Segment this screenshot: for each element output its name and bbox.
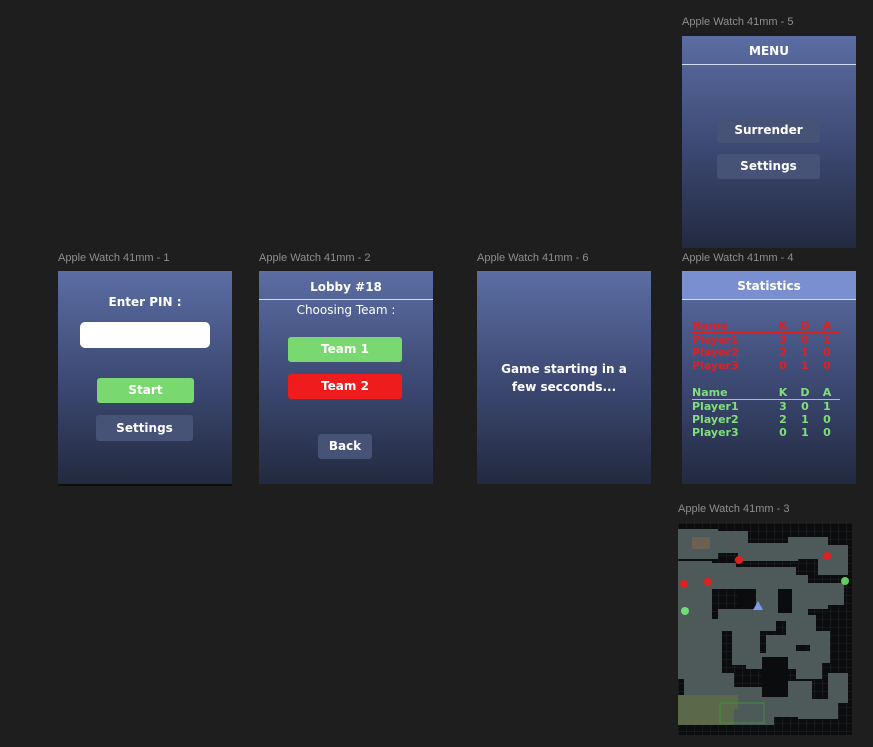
pin-screen: Enter PIN : Start Settings (58, 271, 232, 486)
skull-icon (680, 580, 688, 588)
table-row: Player2 2 1 0 (692, 413, 831, 426)
ally-marker (681, 607, 689, 615)
pin-input[interactable] (80, 322, 210, 348)
green-team-table: Name K D A Player1 3 0 1 Player2 2 1 0 P… (692, 386, 840, 439)
frame-label: Apple Watch 41mm - 3 (678, 503, 790, 515)
choosing-team-label: Choosing Team : (296, 303, 396, 317)
team-1-button[interactable]: Team 1 (288, 337, 402, 362)
map-screen (678, 523, 852, 735)
start-button[interactable]: Start (97, 378, 194, 403)
table-row: Player1 3 0 1 (692, 333, 831, 346)
frame-label: Apple Watch 41mm - 5 (682, 16, 794, 28)
back-button[interactable]: Back (318, 434, 372, 459)
table-row: Player1 3 0 1 (692, 400, 831, 413)
menu-title: MENU (749, 44, 789, 58)
title-divider (682, 299, 856, 300)
table-header: Name K D A (692, 386, 840, 400)
table-row: Player3 0 1 0 (692, 359, 831, 372)
title-divider (682, 64, 856, 65)
frame-label: Apple Watch 41mm - 6 (477, 252, 589, 264)
pin-prompt: Enter PIN : (108, 295, 182, 309)
statistics-title: Statistics (737, 279, 801, 293)
surrender-button[interactable]: Surrender (717, 118, 820, 143)
tactical-map (678, 523, 852, 735)
table-row: Player2 2 1 0 (692, 346, 831, 359)
settings-button[interactable]: Settings (717, 154, 820, 179)
lobby-screen: Lobby #18 Choosing Team : Team 1 Team 2 … (259, 271, 433, 484)
loading-screen: Game starting in a few secconds... (477, 271, 651, 484)
enemy-marker (735, 556, 743, 564)
table-row: Player3 0 1 0 (692, 426, 831, 439)
frame-label: Apple Watch 41mm - 1 (58, 252, 170, 264)
loading-message: Game starting in a few secconds... (501, 362, 627, 394)
red-team-table: Name K D A Player1 3 0 1 Player2 2 1 0 P… (692, 319, 840, 372)
menu-screen: MENU Surrender Settings (682, 36, 856, 248)
settings-button[interactable]: Settings (96, 415, 193, 441)
enemy-marker (823, 552, 831, 560)
frame-label: Apple Watch 41mm - 4 (682, 252, 794, 264)
statistics-screen: Statistics Name K D A Player1 3 0 1 Play… (682, 271, 856, 484)
title-divider (259, 299, 433, 300)
skull-icon (841, 577, 849, 585)
enemy-marker (704, 578, 712, 586)
table-header: Name K D A (692, 319, 840, 333)
lobby-title: Lobby #18 (310, 280, 382, 294)
frame-label: Apple Watch 41mm - 2 (259, 252, 371, 264)
team-2-button[interactable]: Team 2 (288, 374, 402, 399)
